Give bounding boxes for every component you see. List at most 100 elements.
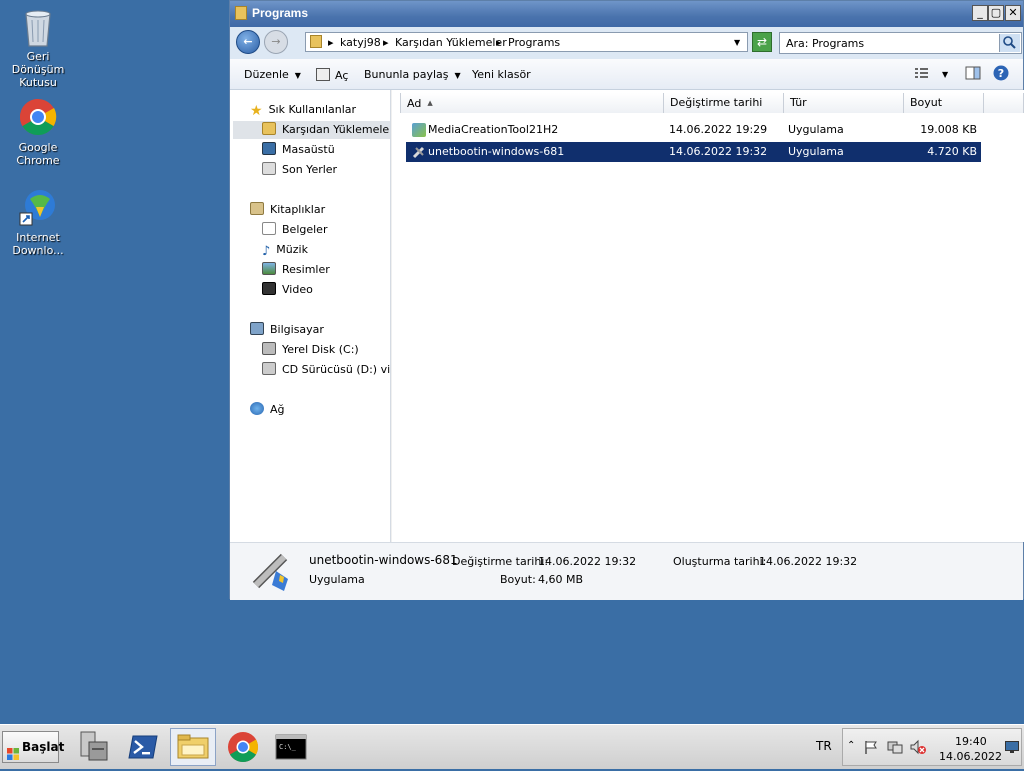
action-center-flag-icon[interactable] — [863, 739, 879, 758]
recycle-bin-icon — [18, 6, 58, 47]
nav-label: Masaüstü — [282, 143, 335, 156]
forward-button[interactable]: → — [264, 30, 288, 54]
file-row[interactable]: MediaCreationTool21H2 14.06.2022 19:29 U… — [406, 120, 981, 140]
back-button[interactable]: ← — [236, 30, 260, 54]
clock-date[interactable]: 14.06.2022 — [939, 750, 1002, 763]
chrome-icon — [228, 732, 259, 763]
nav-item-videos[interactable]: Video — [262, 281, 313, 299]
taskbar-chrome[interactable] — [220, 728, 266, 766]
file-name: MediaCreationTool21H2 — [428, 123, 559, 136]
close-button[interactable]: ✕ — [1005, 5, 1021, 21]
new-folder-button[interactable]: Yeni klasör — [472, 68, 531, 81]
maximize-button[interactable]: ▢ — [988, 5, 1004, 21]
desktop-icon-recycle-bin[interactable]: Geri Dönüşüm Kutusu — [0, 6, 76, 89]
system-tray: ⌃ 19:40 14.06.2022 — [842, 728, 1022, 766]
search-input[interactable]: Ara: Programs — [786, 37, 864, 50]
file-modified: 14.06.2022 19:32 — [669, 145, 768, 158]
taskbar-command-prompt[interactable]: C:\_ — [268, 728, 314, 766]
nav-label: Karşıdan Yüklemeler — [282, 123, 391, 136]
details-file-type: Uygulama — [309, 573, 365, 586]
address-bar[interactable]: ▸ katyj98 ▸ Karşıdan Yüklemeler ▸ Progra… — [305, 32, 748, 52]
command-prompt-icon: C:\_ — [275, 734, 307, 760]
nav-item-music[interactable]: ♪ Müzik — [262, 241, 308, 259]
column-header-name[interactable]: Ad ▲ — [400, 93, 664, 113]
pictures-icon — [262, 262, 276, 275]
column-label: Boyut — [910, 96, 943, 109]
nav-item-documents[interactable]: Belgeler — [262, 221, 327, 239]
taskbar-explorer[interactable] — [170, 728, 216, 766]
nav-libraries[interactable]: Kitaplıklar — [250, 201, 325, 219]
folder-icon — [310, 35, 322, 48]
start-button[interactable]: Başlat — [2, 731, 64, 763]
language-indicator[interactable]: TR — [816, 739, 832, 753]
share-with-button[interactable]: Bununla paylaş ▼ — [364, 68, 461, 81]
nav-item-recent-places[interactable]: Son Yerler — [262, 161, 337, 179]
nav-item-local-disk[interactable]: Yerel Disk (C:) — [262, 341, 359, 359]
powershell-icon — [128, 735, 158, 759]
desktop-icon — [262, 142, 276, 155]
nav-label: Resimler — [282, 263, 330, 276]
start-label: Başlat — [22, 740, 65, 754]
details-created-value: 14.06.2022 19:32 — [759, 555, 858, 568]
breadcrumb-programs[interactable]: Programs — [508, 36, 560, 49]
details-created-label: Oluşturma tarihi: — [673, 555, 767, 568]
star-icon: ★ — [250, 103, 263, 119]
windows-logo-icon — [7, 741, 19, 760]
open-button[interactable]: Aç — [316, 68, 348, 82]
column-header-size[interactable]: Boyut — [904, 93, 984, 113]
nav-item-cd-drive[interactable]: CD Sürücüsü (D:) virtio — [262, 361, 390, 379]
show-hidden-icons-icon[interactable]: ⌃ — [847, 740, 855, 751]
server-manager-icon — [80, 731, 108, 761]
svg-text:C:\_: C:\_ — [279, 743, 297, 751]
help-icon[interactable]: ? — [993, 65, 1009, 84]
file-modified: 14.06.2022 19:29 — [669, 123, 768, 136]
view-options-icon[interactable] — [914, 66, 930, 83]
desktop-icon-label: Geri Dönüşüm Kutusu — [11, 50, 65, 89]
volume-muted-icon[interactable] — [909, 739, 927, 758]
refresh-button[interactable]: ⇄ — [752, 32, 772, 52]
clock-time[interactable]: 19:40 — [955, 735, 987, 748]
nav-item-downloads[interactable]: Karşıdan Yüklemeler — [233, 121, 390, 139]
taskbar-powershell[interactable] — [121, 728, 167, 766]
breadcrumb-downloads[interactable]: Karşıdan Yüklemeler — [395, 36, 507, 49]
show-desktop-icon[interactable] — [1005, 741, 1019, 756]
preview-pane-icon[interactable] — [965, 66, 981, 83]
file-row-selected[interactable]: unetbootin-windows-681 14.06.2022 19:32 … — [406, 142, 981, 162]
minimize-button[interactable]: _ — [972, 5, 988, 21]
column-label: Değiştirme tarihi — [670, 96, 763, 109]
details-file-name: unetbootin-windows-681 — [309, 553, 458, 567]
documents-icon — [262, 222, 276, 235]
address-dropdown-icon[interactable]: ▼ — [734, 38, 740, 47]
window-titlebar[interactable]: Programs _ ▢ ✕ — [230, 1, 1023, 27]
music-icon: ♪ — [262, 244, 271, 259]
nav-label: Belgeler — [282, 223, 328, 236]
nav-item-pictures[interactable]: Resimler — [262, 261, 330, 279]
nav-network[interactable]: Ağ — [250, 401, 285, 419]
network-status-icon[interactable] — [887, 739, 903, 758]
nav-item-desktop[interactable]: Masaüstü — [262, 141, 335, 159]
column-header-modified[interactable]: Değiştirme tarihi — [664, 93, 784, 113]
column-header-type[interactable]: Tür — [784, 93, 904, 113]
organize-button[interactable]: Düzenle ▼ — [244, 68, 301, 81]
taskbar-server-manager[interactable] — [71, 728, 117, 766]
search-icon[interactable] — [999, 34, 1020, 52]
nav-favorites[interactable]: ★ Sık Kullanılanlar — [250, 101, 356, 119]
breadcrumb-separator: ▸ — [328, 36, 334, 49]
new-folder-label: Yeni klasör — [472, 68, 531, 81]
desktop-icon-internet-download-manager[interactable]: Internet Downlo... — [0, 187, 76, 257]
nav-computer[interactable]: Bilgisayar — [250, 321, 324, 339]
downloads-folder-icon — [262, 122, 276, 135]
navigation-pane: ★ Sık Kullanılanlar Karşıdan Yüklemeler M… — [230, 90, 391, 542]
file-type: Uygulama — [788, 123, 844, 136]
file-type: Uygulama — [788, 145, 844, 158]
breadcrumb-katyj98[interactable]: katyj98 — [340, 36, 381, 49]
column-header-filler — [984, 93, 1024, 113]
chevron-down-icon[interactable]: ▼ — [942, 70, 948, 79]
search-box[interactable]: Ara: Programs — [779, 32, 1022, 54]
video-icon — [262, 282, 276, 295]
organize-label: Düzenle — [244, 68, 289, 81]
hard-disk-icon — [262, 342, 276, 355]
explorer-window: Programs _ ▢ ✕ ← → ▸ katyj98 ▸ Karşıdan … — [229, 0, 1024, 600]
open-label: Aç — [335, 69, 349, 82]
desktop-icon-google-chrome[interactable]: Google Chrome — [0, 97, 76, 167]
